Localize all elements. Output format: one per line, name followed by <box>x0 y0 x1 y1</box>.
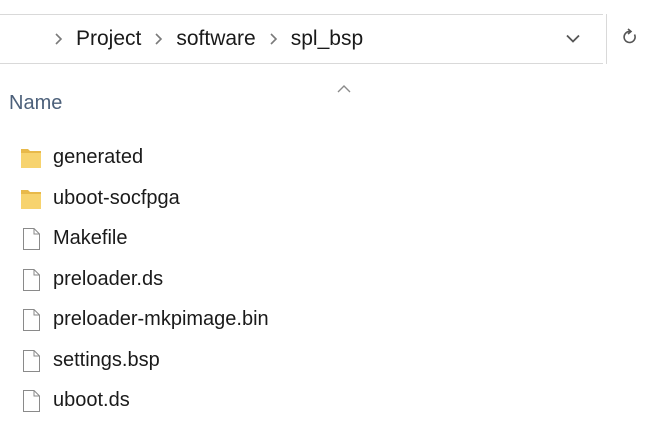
breadcrumb-item-software[interactable]: software <box>176 27 255 51</box>
chevron-right-icon[interactable] <box>154 33 163 45</box>
list-item[interactable]: settings.bsp <box>0 341 653 382</box>
chevron-down-icon <box>566 30 580 48</box>
file-name: preloader-mkpimage.bin <box>53 308 269 330</box>
breadcrumb-item-spl-bsp[interactable]: spl_bsp <box>291 27 363 51</box>
list-item[interactable]: preloader-mkpimage.bin <box>0 300 653 341</box>
chevron-right-icon[interactable] <box>54 33 63 45</box>
file-icon <box>20 389 42 413</box>
file-name: Makefile <box>53 227 128 249</box>
address-dropdown-button[interactable] <box>553 15 593 63</box>
file-icon <box>20 349 42 373</box>
list-item[interactable]: generated <box>0 138 653 179</box>
file-name: preloader.ds <box>53 267 164 290</box>
list-item[interactable]: uboot.ds <box>0 381 653 422</box>
file-icon <box>20 268 42 292</box>
file-name: generated <box>53 146 144 168</box>
file-name: uboot-socfpga <box>53 186 180 209</box>
breadcrumb: Project software spl_bsp <box>54 15 376 63</box>
address-field[interactable]: Project software spl_bsp <box>0 14 603 64</box>
chevron-right-icon[interactable] <box>269 33 278 45</box>
folder-icon <box>20 146 42 170</box>
file-icon <box>20 308 42 332</box>
sort-ascending-icon <box>335 82 353 94</box>
refresh-button[interactable] <box>606 14 653 64</box>
column-header: Name <box>0 78 653 130</box>
breadcrumb-item-project[interactable]: Project <box>76 27 141 51</box>
address-bar: Project software spl_bsp <box>0 0 653 78</box>
list-item[interactable]: Makefile <box>0 219 653 260</box>
file-list: generated uboot-socfpga Makefile preload… <box>0 138 653 422</box>
file-icon <box>20 227 42 251</box>
refresh-icon <box>622 27 638 51</box>
list-item[interactable]: uboot-socfpga <box>0 179 653 220</box>
file-name: uboot.ds <box>53 389 130 411</box>
column-header-name[interactable]: Name <box>9 92 62 115</box>
list-item[interactable]: preloader.ds <box>0 260 653 301</box>
folder-icon <box>20 187 42 211</box>
file-name: settings.bsp <box>53 348 160 371</box>
